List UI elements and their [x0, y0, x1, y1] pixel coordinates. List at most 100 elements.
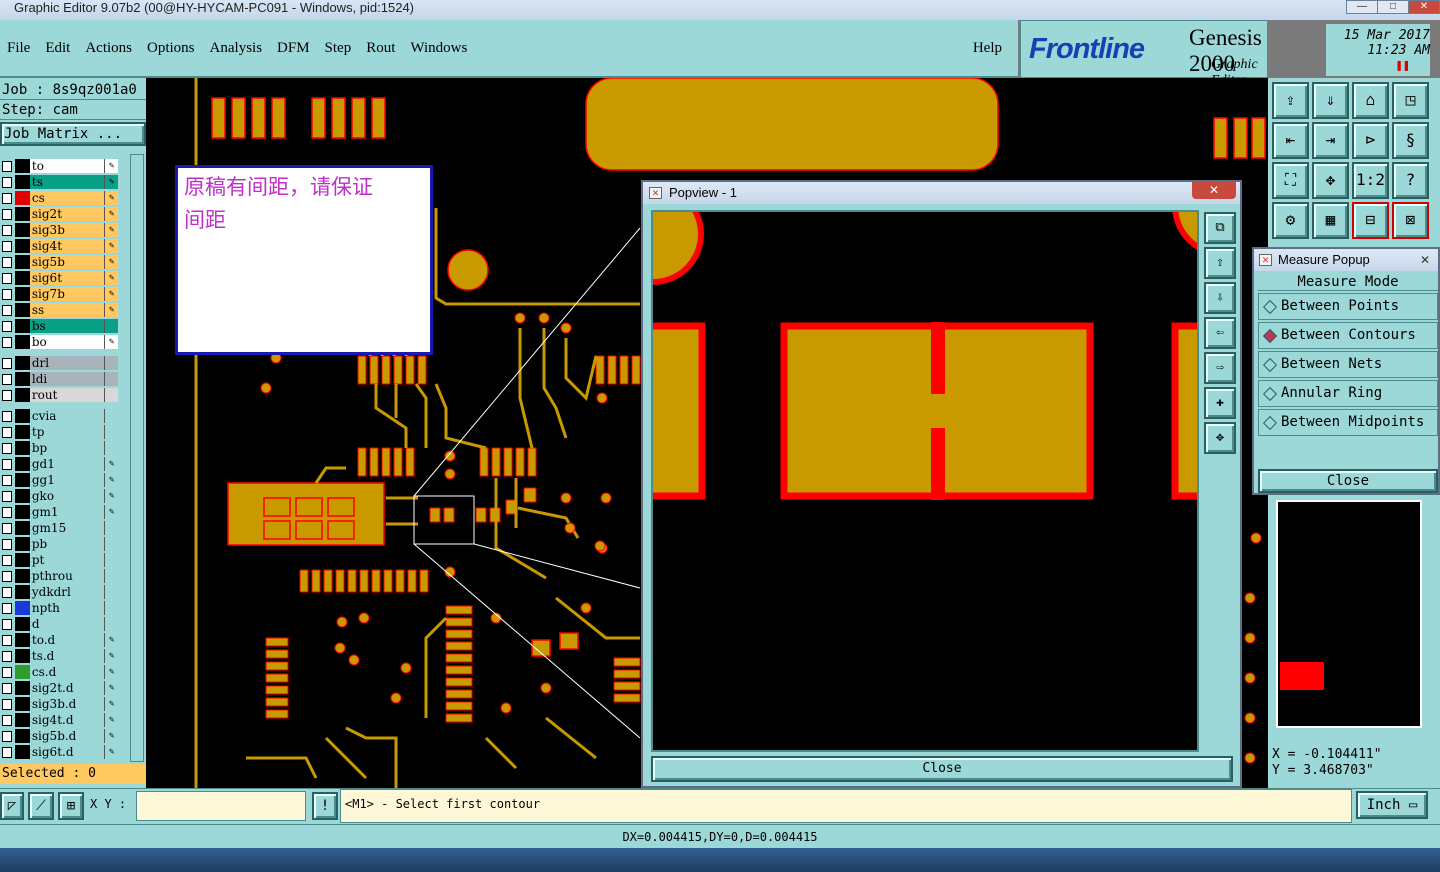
pan-down-icon[interactable]: ⇩	[1204, 282, 1236, 314]
layer-color-swatch[interactable]	[15, 537, 30, 551]
settings-icon[interactable]: ⚙	[1272, 202, 1309, 239]
layer-name[interactable]: sig6t	[29, 271, 106, 285]
layer-checkbox[interactable]	[2, 410, 13, 422]
layer-name[interactable]: d	[29, 617, 106, 631]
layer-checkbox[interactable]	[2, 256, 13, 268]
pan-left-icon[interactable]: ⇤	[1272, 122, 1309, 159]
layer-checkbox[interactable]	[2, 650, 13, 662]
layer-color-swatch[interactable]	[15, 425, 30, 439]
layer-row[interactable]: ldi	[0, 371, 118, 387]
menu-edit[interactable]: Edit	[45, 40, 70, 57]
layer-color-swatch[interactable]	[15, 553, 30, 567]
layer-row[interactable]: sig3b ✎	[0, 222, 118, 238]
layer-color-swatch[interactable]	[15, 159, 30, 173]
layer-checkbox[interactable]	[2, 208, 13, 220]
layer-checkbox[interactable]	[2, 224, 13, 236]
menu-options[interactable]: Options	[147, 40, 195, 57]
layer-row[interactable]: to.d ✎	[0, 632, 118, 648]
layer-row[interactable]: sig4t ✎	[0, 238, 118, 254]
minimize-icon[interactable]: —	[1346, 0, 1378, 14]
layer-color-swatch[interactable]	[15, 489, 30, 503]
layer-color-swatch[interactable]	[15, 665, 30, 679]
layer-name[interactable]: pb	[29, 537, 106, 551]
layer-color-swatch[interactable]	[15, 175, 30, 189]
layer-row[interactable]: sig4t.d ✎	[0, 712, 118, 728]
layer-color-swatch[interactable]	[15, 303, 30, 317]
layer-row[interactable]: sig7b ✎	[0, 286, 118, 302]
layer-checkbox[interactable]	[2, 458, 13, 470]
layer-row[interactable]: sig6t ✎	[0, 270, 118, 286]
layer-checkbox[interactable]	[2, 570, 13, 582]
pan-left-icon[interactable]: ⇦	[1204, 317, 1236, 349]
layer-name[interactable]: ldi	[29, 372, 106, 386]
layer-checkbox[interactable]	[2, 176, 13, 188]
layer-checkbox[interactable]	[2, 634, 13, 646]
layer-color-swatch[interactable]	[15, 505, 30, 519]
layer-name[interactable]: gm15	[29, 521, 106, 535]
layer-color-swatch[interactable]	[15, 356, 30, 370]
layer-color-swatch[interactable]	[15, 649, 30, 663]
menu-dfm[interactable]: DFM	[277, 40, 310, 57]
layer-name[interactable]: ts	[29, 175, 106, 189]
layer-row[interactable]: gd1 ✎	[0, 456, 118, 472]
layer-name[interactable]: cs.d	[29, 665, 106, 679]
layer-name[interactable]: bo	[29, 335, 106, 349]
layer-color-swatch[interactable]	[15, 569, 30, 583]
layer-color-swatch[interactable]	[15, 388, 30, 402]
menu-actions[interactable]: Actions	[85, 40, 132, 57]
layer-row[interactable]: rout	[0, 387, 118, 403]
layer-row[interactable]: npth	[0, 600, 118, 616]
layer-checkbox[interactable]	[2, 682, 13, 694]
layer-row[interactable]: gg1 ✎	[0, 472, 118, 488]
zoom-center-icon[interactable]: ✥	[1312, 162, 1349, 199]
layer-checkbox[interactable]	[2, 714, 13, 726]
menu-analysis[interactable]: Analysis	[210, 40, 263, 57]
layer-name[interactable]: sig4t.d	[29, 713, 106, 727]
layer-name[interactable]: ts.d	[29, 649, 106, 663]
layer-row[interactable]: gm15	[0, 520, 118, 536]
zoom-out-icon[interactable]: ✥	[1204, 422, 1236, 454]
layer-row[interactable]: bo ✎	[0, 334, 118, 350]
measure-option[interactable]: Between Points	[1258, 293, 1438, 320]
layer-name[interactable]: sig5b	[29, 255, 106, 269]
layer-name[interactable]: to	[29, 159, 106, 173]
zoom-fit-icon[interactable]: ⛶	[1272, 162, 1309, 199]
layer-name[interactable]: sig3b.d	[29, 697, 106, 711]
layer-row[interactable]: sig5b ✎	[0, 254, 118, 270]
layer-row[interactable]: cs.d ✎	[0, 664, 118, 680]
layer-row[interactable]: tp	[0, 424, 118, 440]
layer-name[interactable]: tp	[29, 425, 106, 439]
layer-checkbox[interactable]	[2, 554, 13, 566]
layer-row[interactable]: ss ✎	[0, 302, 118, 318]
layer-color-swatch[interactable]	[15, 473, 30, 487]
layer-compare-icon[interactable]: ⊟	[1352, 202, 1389, 239]
layer-checkbox[interactable]	[2, 506, 13, 518]
layer-name[interactable]: cs	[29, 191, 106, 205]
layer-color-swatch[interactable]	[15, 409, 30, 423]
measure-icon[interactable]: ⟋	[28, 792, 54, 820]
layer-checkbox[interactable]	[2, 698, 13, 710]
layer-checkbox[interactable]	[2, 288, 13, 300]
measure-option[interactable]: Between Midpoints	[1258, 409, 1438, 436]
layer-checkbox[interactable]	[2, 192, 13, 204]
layer-color-swatch[interactable]	[15, 633, 30, 647]
popview-canvas[interactable]	[651, 210, 1199, 752]
layer-name[interactable]: cvia	[29, 409, 106, 423]
measure-option[interactable]: Annular Ring	[1258, 380, 1438, 407]
layer-color-swatch[interactable]	[15, 271, 30, 285]
layer-name[interactable]: to.d	[29, 633, 106, 647]
layer-checkbox[interactable]	[2, 602, 13, 614]
layer-color-swatch[interactable]	[15, 255, 30, 269]
layer-row[interactable]: cvia	[0, 408, 118, 424]
layer-checkbox[interactable]	[2, 426, 13, 438]
layer-name[interactable]: rout	[29, 388, 106, 402]
layer-checkbox[interactable]	[2, 272, 13, 284]
menu-step[interactable]: Step	[325, 40, 352, 57]
layer-checkbox[interactable]	[2, 538, 13, 550]
home-icon[interactable]: ⌂	[1352, 82, 1389, 119]
layer-color-swatch[interactable]	[15, 681, 30, 695]
layer-name[interactable]: bs	[29, 319, 106, 333]
layer-name[interactable]: pthrou	[29, 569, 106, 583]
pan-right-icon[interactable]: ⇨	[1204, 352, 1236, 384]
layer-row[interactable]: pt	[0, 552, 118, 568]
